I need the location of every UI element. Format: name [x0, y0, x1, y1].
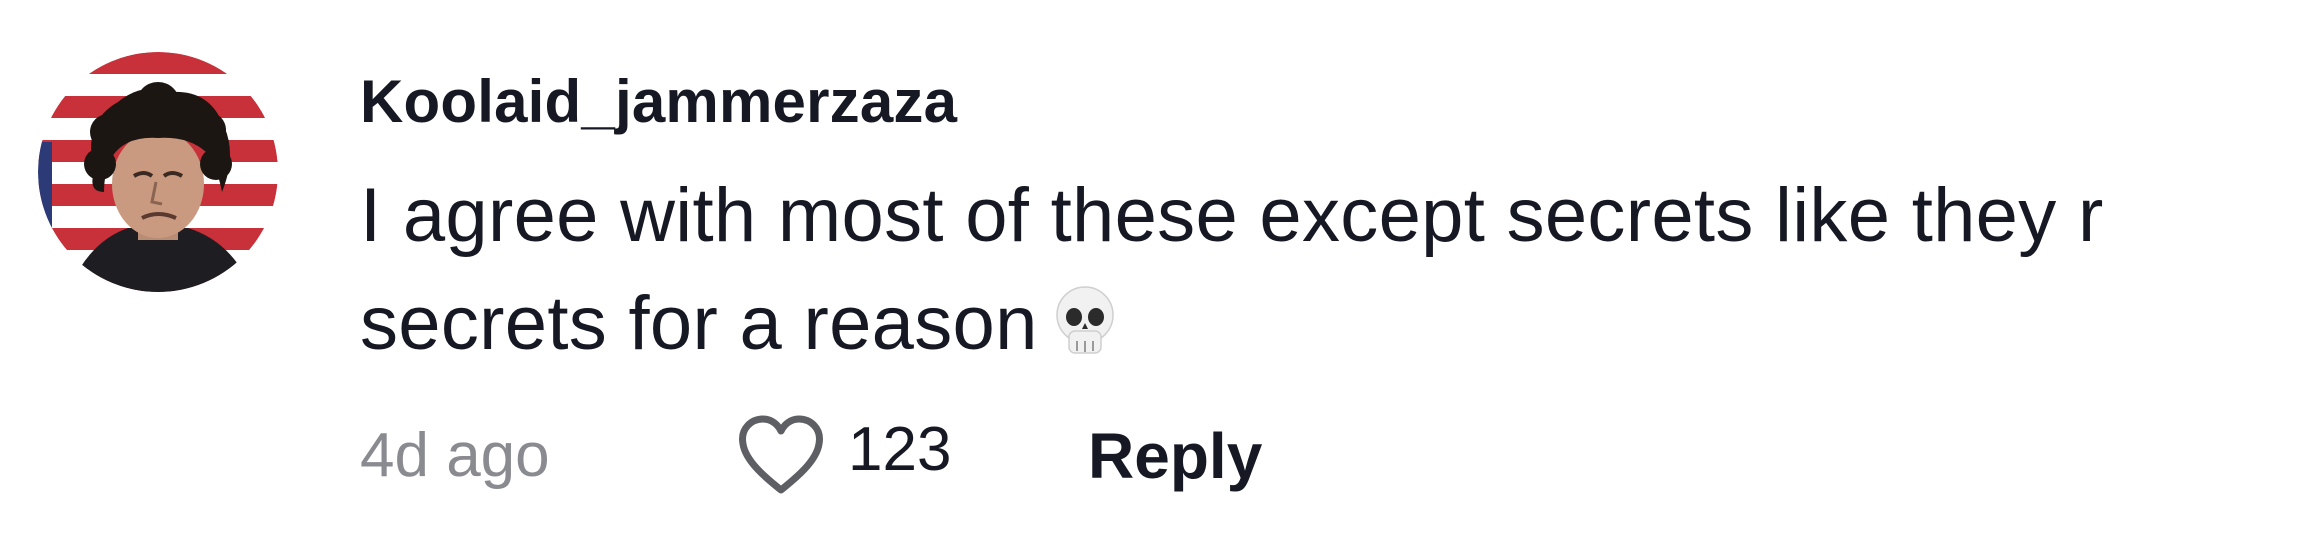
skull-emoji-icon — [1052, 280, 1118, 354]
avatar[interactable] — [38, 52, 278, 292]
avatar-image — [38, 52, 278, 292]
like-count: 123 — [848, 415, 952, 484]
comment-text: I agree with most of these except secret… — [360, 173, 2104, 366]
comment-timestamp: 4d ago — [360, 421, 550, 490]
heart-outline-icon[interactable] — [736, 414, 826, 498]
comment-username[interactable]: Koolaid_jammerzaza — [360, 62, 957, 142]
comment-item: Koolaid_jammerzaza I agree with most of … — [0, 0, 2306, 538]
reply-button[interactable]: Reply — [1088, 416, 1262, 496]
comment-body: I agree with most of these except secret… — [360, 162, 2280, 378]
